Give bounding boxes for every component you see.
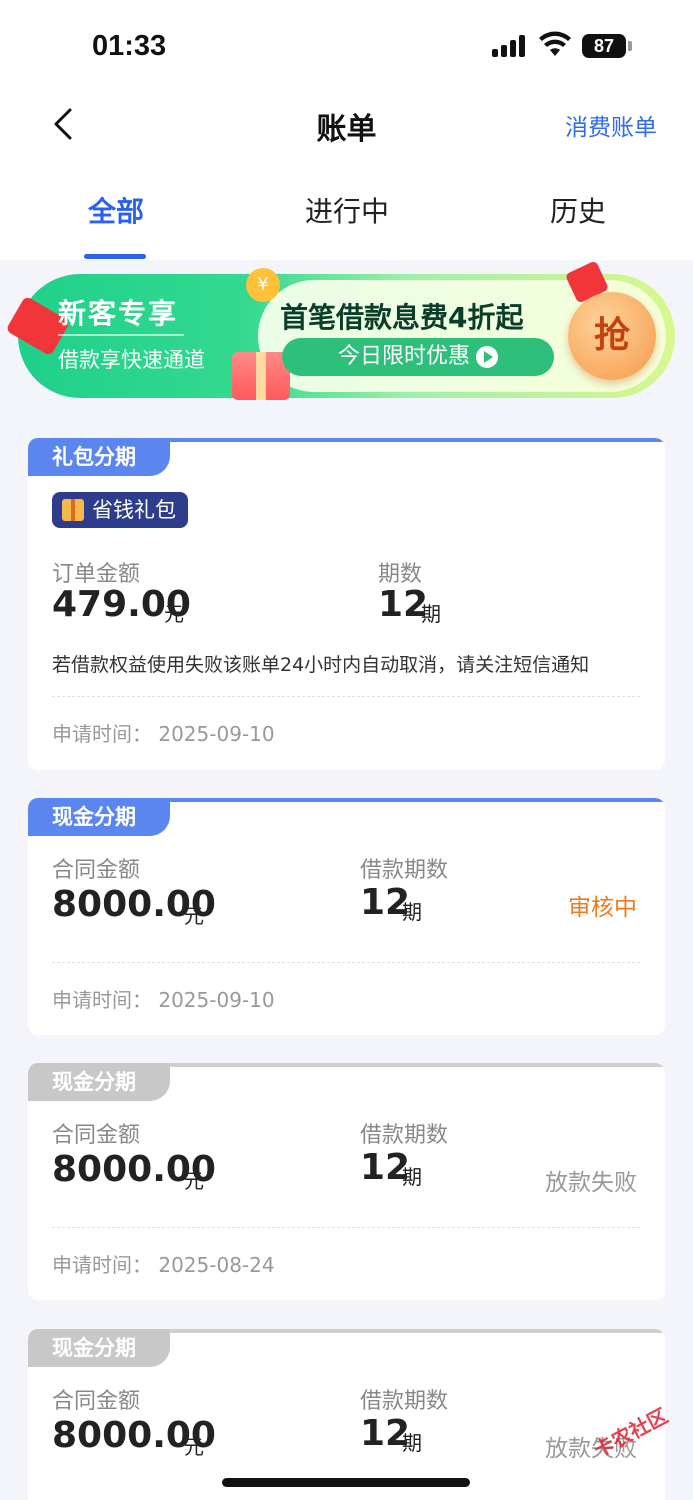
periods-label: 借款期数 (360, 1123, 449, 1148)
bill-card[interactable]: 现金分期 合同金额 8000.00 元 借款期数 12 期 放款失败 (28, 1329, 665, 1500)
nav-bar: 账单 消费账单 全部 进行中 历史 (0, 90, 693, 260)
battery-cap (628, 41, 632, 51)
periods-label: 借款期数 (360, 858, 449, 883)
amount-unit: 元 (184, 1169, 204, 1193)
badge-label: 省钱礼包 (92, 498, 176, 522)
status-bar: 01:33 87 (0, 0, 693, 90)
apply-time: 申请时间： 2025-09-10 (52, 988, 275, 1012)
coin-icon: ¥ (246, 268, 280, 302)
banner-subtitle: 借款享快速通道 (58, 348, 205, 372)
periods-unit: 期 (402, 1165, 422, 1189)
apply-time: 申请时间： 2025-09-10 (52, 722, 275, 746)
play-icon (476, 346, 498, 368)
card-notice: 若借款权益使用失败该账单24小时内自动取消，请关注短信通知 (52, 654, 590, 676)
banner-cta-label: 今日限时优惠 (337, 344, 470, 369)
status-time: 01:33 (92, 30, 167, 62)
periods-unit: 期 (402, 1431, 422, 1455)
periods-unit: 期 (402, 900, 422, 924)
home-indicator[interactable] (222, 1478, 470, 1487)
amount-label: 合同金额 (52, 858, 141, 883)
card-tag: 现金分期 (28, 1063, 170, 1101)
apply-time: 申请时间： 2025-08-24 (52, 1253, 275, 1277)
bill-card[interactable]: 现金分期 合同金额 8000.00 元 借款期数 12 期 放款失败 申请时间：… (28, 1063, 665, 1300)
amount-unit: 元 (184, 1435, 204, 1459)
consume-bill-link[interactable]: 消费账单 (565, 108, 657, 142)
bill-card[interactable]: 现金分期 合同金额 8000.00 元 借款期数 12 期 审核中 申请时间： … (28, 798, 665, 1035)
tab-history[interactable]: 历史 (550, 190, 606, 230)
status-text: 放款失败 (545, 1170, 637, 1196)
active-tab-indicator (84, 254, 146, 259)
card-divider (52, 1227, 640, 1228)
periods-unit: 期 (421, 602, 441, 626)
card-tag: 礼包分期 (28, 438, 170, 476)
banner-headline: 首笔借款息费4折起 (280, 301, 524, 334)
gift-icon (62, 499, 84, 521)
amount-label: 合同金额 (52, 1389, 141, 1414)
banner-divider (58, 334, 184, 336)
amount-unit: 元 (164, 602, 184, 626)
wifi-icon (539, 31, 571, 56)
tab-in-progress[interactable]: 进行中 (305, 190, 389, 230)
card-tag: 现金分期 (28, 1329, 170, 1367)
card-divider (52, 696, 640, 697)
tab-all[interactable]: 全部 (88, 190, 144, 230)
card-tag: 现金分期 (28, 798, 170, 836)
banner-title: 新客专享 (58, 297, 179, 330)
card-divider (52, 962, 640, 963)
amount-unit: 元 (184, 904, 204, 928)
battery-icon: 87 (582, 34, 626, 58)
bill-card[interactable]: 礼包分期 省钱礼包 订单金额 479.00 元 期数 12 期 若借款权益使用失… (28, 438, 665, 770)
promo-banner[interactable]: 新客专享 借款享快速通道 ¥ 首笔借款息费4折起 今日限时优惠 抢 (5, 260, 675, 402)
saving-gift-badge: 省钱礼包 (52, 492, 188, 528)
periods-label: 借款期数 (360, 1389, 449, 1414)
status-text: 审核中 (568, 895, 637, 921)
amount-label: 合同金额 (52, 1123, 141, 1148)
banner-cta-button[interactable]: 今日限时优惠 (282, 338, 554, 376)
signal-icon (492, 33, 528, 57)
grab-button[interactable]: 抢 (568, 292, 656, 380)
